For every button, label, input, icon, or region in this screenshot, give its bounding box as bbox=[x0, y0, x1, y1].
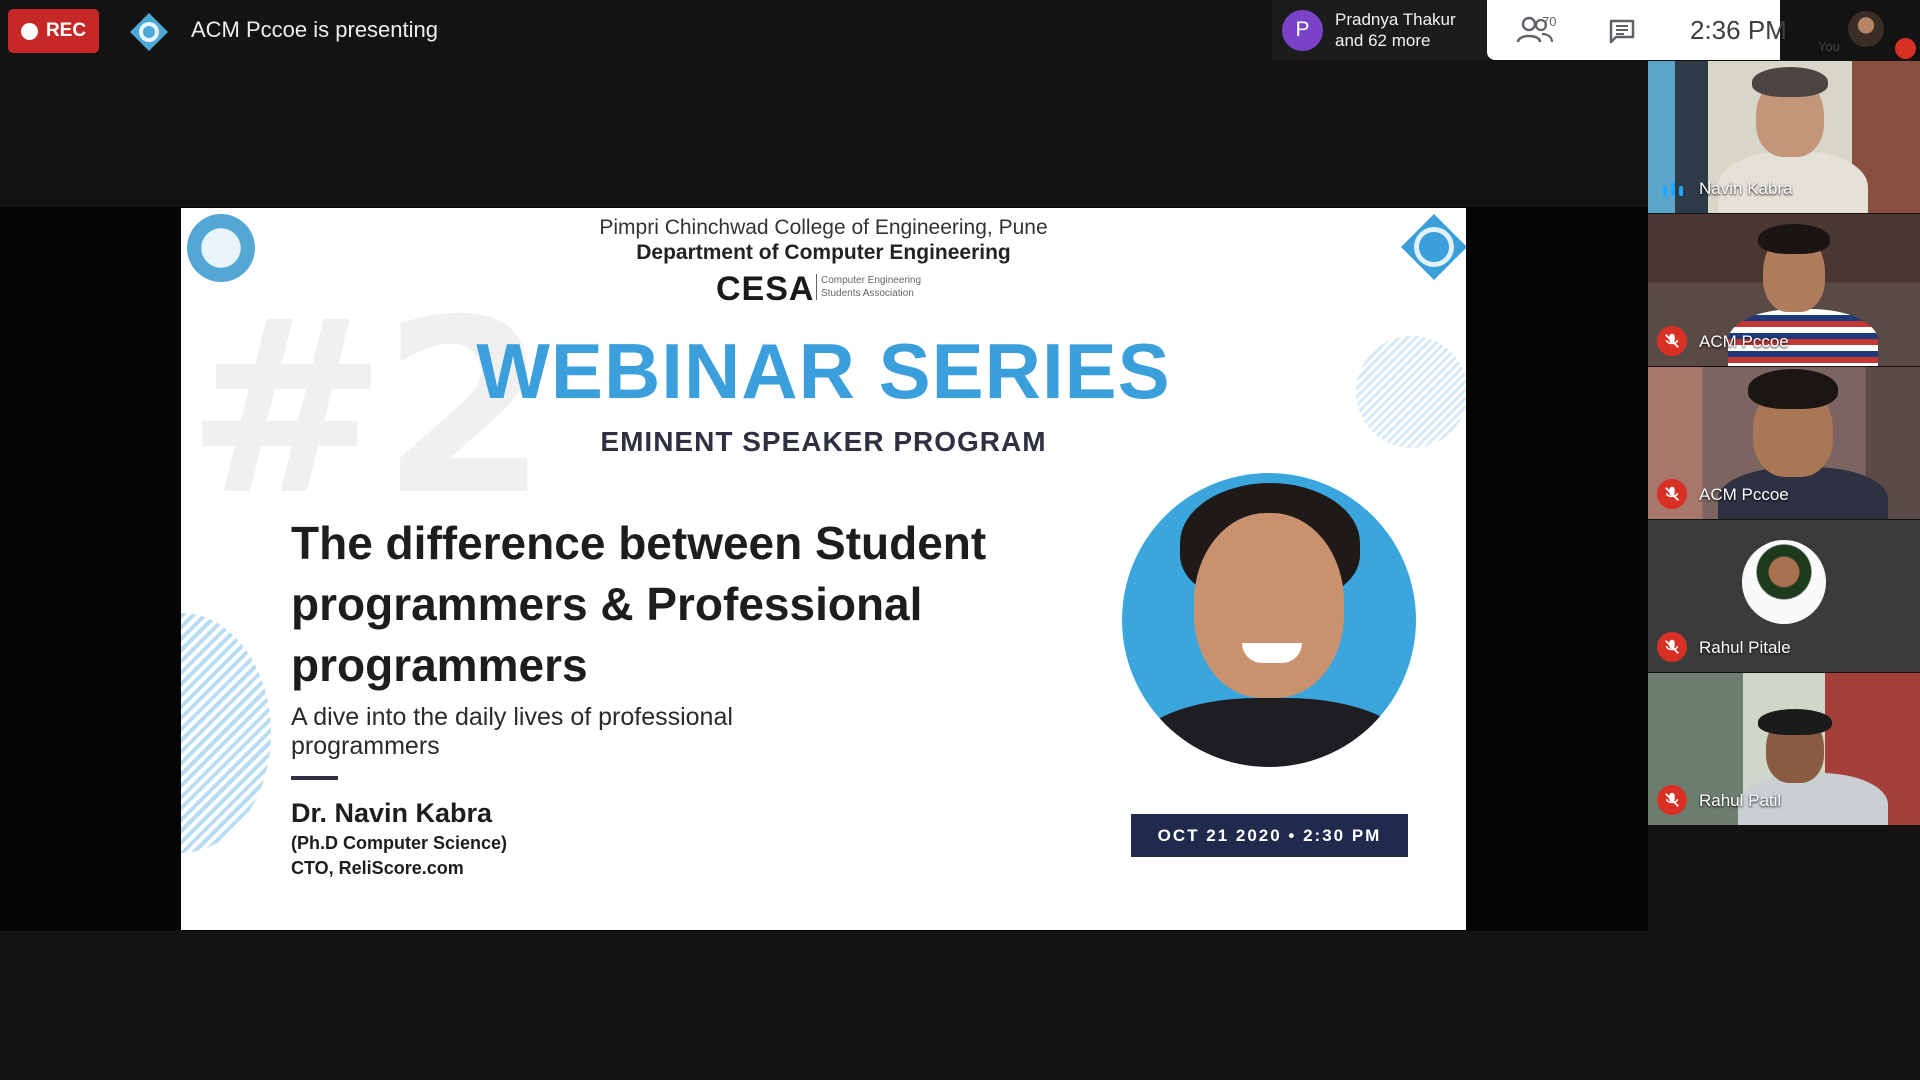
speaker-photo bbox=[1122, 473, 1416, 767]
speaker-role: CTO, ReliScore.com bbox=[291, 858, 464, 878]
event-date: OCT 21 2020 • 2:30 PM bbox=[1131, 814, 1408, 857]
cesa-sub-line: Students Association bbox=[821, 288, 914, 299]
participant-name: ACM Pccoe bbox=[1699, 485, 1789, 504]
meeting-window: REC ACM Pccoe is presenting P Pradnya Th… bbox=[0, 0, 1920, 1080]
participant-tile[interactable]: ACM Pccoe bbox=[1648, 367, 1920, 519]
presenting-status: ACM Pccoe is presenting bbox=[191, 17, 438, 42]
mic-off-icon bbox=[1657, 785, 1687, 815]
participants-chip[interactable]: P Pradnya Thakur and 62 more bbox=[1272, 0, 1487, 60]
college-name: Pimpri Chinchwad College of Engineering,… bbox=[599, 216, 1048, 239]
talk-subtitle: A dive into the daily lives of professio… bbox=[291, 703, 733, 760]
participant-name: ACM Pccoe bbox=[1699, 332, 1789, 351]
program-name: EMINENT SPEAKER PROGRAM bbox=[600, 426, 1047, 457]
mic-off-icon bbox=[1657, 479, 1687, 509]
participant-more: and 62 more bbox=[1335, 31, 1431, 50]
clock: 2:36 PM bbox=[1690, 15, 1787, 45]
decorative-dots bbox=[181, 613, 271, 853]
participant-tile[interactable]: Rahul Pitale bbox=[1648, 520, 1920, 672]
acm-logo-icon bbox=[130, 13, 168, 51]
record-dot-icon bbox=[20, 22, 38, 40]
participant-name: Rahul Patil bbox=[1699, 791, 1782, 810]
speaker-degree: (Ph.D Computer Science) bbox=[291, 833, 508, 853]
chat-icon[interactable] bbox=[1608, 18, 1636, 44]
mic-off-icon bbox=[1657, 632, 1687, 662]
mic-off-icon bbox=[1657, 326, 1687, 356]
participant-tile[interactable]: Navin Kabra bbox=[1648, 61, 1920, 213]
cesa-sub-line: Computer Engineering bbox=[821, 275, 922, 286]
participant-tile[interactable]: Rahul Patil bbox=[1648, 673, 1920, 825]
speaker-name: Dr. Navin Kabra bbox=[291, 798, 493, 828]
self-avatar[interactable] bbox=[1848, 11, 1884, 47]
talk-title: The difference between Student programme… bbox=[291, 517, 987, 691]
participant-tile[interactable]: ACM Pccoe bbox=[1648, 214, 1920, 366]
presentation-slide: #2 Pimpri Chinchwad College of Engineeri… bbox=[181, 208, 1466, 930]
avatar bbox=[1742, 540, 1826, 624]
speaking-indicator-icon bbox=[1663, 182, 1683, 196]
mic-off-icon bbox=[1895, 38, 1916, 59]
participant-name: Navin Kabra bbox=[1699, 179, 1793, 198]
divider bbox=[291, 776, 338, 780]
participant-name: Pradnya Thakur bbox=[1335, 10, 1456, 29]
department-name: Department of Computer Engineering bbox=[636, 241, 1011, 264]
you-label: You bbox=[1818, 39, 1840, 54]
people-count: 70 bbox=[1542, 14, 1557, 29]
cesa-subtitle: Computer Engineering Students Associatio… bbox=[816, 274, 921, 300]
avatar: P bbox=[1282, 9, 1323, 51]
participant-name: Rahul Pitale bbox=[1699, 638, 1791, 657]
series-title: WEBINAR SERIES bbox=[476, 327, 1171, 415]
cesa-logo: CESA bbox=[716, 270, 815, 308]
recording-indicator[interactable]: REC bbox=[8, 9, 99, 53]
rec-label: REC bbox=[45, 20, 87, 41]
